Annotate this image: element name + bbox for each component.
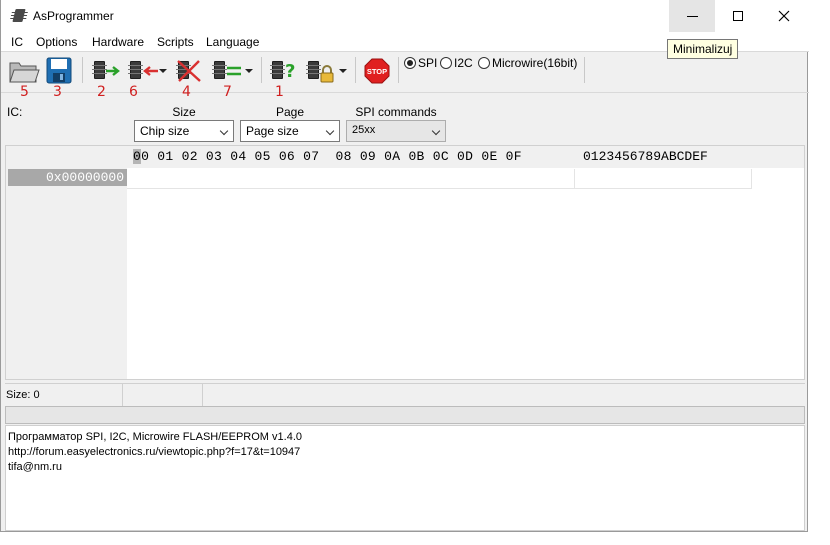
annotation-number: 5 (20, 84, 29, 100)
hex-column-header: 00 01 02 03 04 05 06 07 08 09 0A 0B 0C 0… (127, 146, 804, 168)
maximize-button[interactable] (715, 0, 761, 32)
erase-chip-button[interactable] (175, 57, 205, 85)
maximize-icon (733, 11, 743, 22)
chip-size-select[interactable]: Chip size (134, 120, 234, 142)
annotation-number: 2 (97, 84, 106, 100)
chip-icon (306, 61, 321, 79)
radio-spi-label: SPI (418, 56, 438, 70)
arrow-left-icon (143, 66, 158, 76)
verify-chip-button[interactable] (211, 57, 255, 85)
chevron-down-icon[interactable] (159, 69, 167, 73)
log-output: Программатор SPI, I2C, Microwire FLASH/E… (5, 425, 805, 531)
radio-microwire[interactable]: Microwire(16bit) (478, 56, 577, 70)
ic-label: IC: (7, 105, 23, 119)
chip-icon (128, 61, 143, 79)
annotation-number: 1 (275, 84, 284, 100)
hex-editor[interactable]: 00 01 02 03 04 05 06 07 08 09 0A 0B 0C 0… (5, 145, 805, 380)
arrow-right-icon (106, 66, 120, 76)
cross-icon (177, 60, 201, 82)
spi-commands-label: SPI commands (355, 105, 437, 119)
log-line: http://forum.easyelectronics.ru/viewtopi… (8, 446, 301, 458)
log-line: tifa@nm.ru (8, 461, 62, 473)
chevron-down-icon (431, 126, 441, 136)
write-chip-button[interactable] (127, 57, 169, 85)
equals-icon (227, 66, 241, 76)
annotation-number: 3 (53, 84, 62, 100)
title-bar: AsProgrammer (1, 0, 809, 32)
hex-data-row[interactable] (127, 169, 752, 189)
window-title: AsProgrammer (33, 9, 114, 23)
hex-columns: 00 01 02 03 04 05 06 07 08 09 0A 0B 0C 0… (133, 149, 522, 164)
menu-hardware[interactable]: Hardware (92, 35, 144, 49)
radio-spi[interactable]: SPI (404, 56, 437, 70)
floppy-icon (46, 57, 72, 84)
protection-button[interactable] (305, 57, 349, 85)
progress-bar (5, 406, 805, 424)
question-icon: ? (285, 61, 295, 80)
menu-ic[interactable]: IC (11, 35, 23, 49)
close-button[interactable] (761, 0, 807, 32)
menu-language[interactable]: Language (206, 35, 259, 49)
annotation-number: 6 (129, 84, 138, 100)
save-file-button[interactable] (45, 57, 73, 85)
menu-scripts[interactable]: Scripts (157, 35, 194, 49)
hex-ascii-header: 0123456789ABCDEF (583, 149, 708, 164)
menu-options[interactable]: Options (36, 35, 77, 49)
read-chip-button[interactable] (91, 57, 123, 85)
status-bar: Size: 0 (5, 383, 805, 406)
size-label: Size (172, 105, 196, 119)
read-id-button[interactable]: ? (269, 57, 299, 85)
radio-i2c[interactable]: I2C (440, 56, 473, 70)
app-window: AsProgrammer IC Options Hardware Scripts… (0, 0, 809, 532)
close-icon (778, 10, 790, 22)
log-line: Программатор SPI, I2C, Microwire FLASH/E… (8, 431, 302, 443)
open-file-button[interactable] (8, 57, 40, 85)
toolbar-separator (398, 57, 399, 83)
spi-commands-value: 25xx (352, 124, 376, 136)
minimize-button[interactable] (669, 0, 715, 32)
spi-commands-select[interactable]: 25xx (346, 120, 446, 142)
chevron-down-icon (219, 126, 229, 136)
toolbar-separator (82, 57, 83, 83)
lock-icon (320, 65, 334, 83)
chevron-down-icon[interactable] (245, 69, 253, 73)
radio-i2c-label: I2C (454, 56, 473, 70)
toolbar-separator (355, 57, 356, 83)
radio-microwire-label: Microwire(16bit) (492, 56, 578, 70)
minimize-icon (686, 15, 698, 17)
status-cell-empty (123, 384, 203, 406)
radio-checked-icon (404, 57, 416, 69)
stop-button[interactable]: STOP (363, 57, 391, 85)
page-size-select[interactable]: Page size (240, 120, 340, 142)
chevron-down-icon (325, 126, 335, 136)
toolbar-separator (261, 57, 262, 83)
hex-address: 0x00000000 (8, 169, 127, 186)
svg-text:?: ? (285, 61, 295, 80)
chip-size-value: Chip size (140, 124, 190, 138)
chip-icon (92, 61, 107, 79)
page-label: Page (275, 105, 305, 119)
toolbar-separator (584, 57, 585, 83)
tooltip: Minimalizuj (667, 39, 739, 59)
radio-unchecked-icon (478, 57, 490, 69)
radio-unchecked-icon (440, 57, 452, 69)
annotation-number: 7 (223, 84, 232, 100)
chip-icon (270, 61, 285, 79)
toolbar: ? STOP SPI I2C Microwire(16bit) 5 3 2 6 … (1, 53, 809, 100)
chip-app-icon (12, 9, 26, 22)
status-size: Size: 0 (5, 384, 123, 406)
chip-icon (212, 61, 227, 79)
chevron-down-icon[interactable] (339, 69, 347, 73)
svg-text:STOP: STOP (367, 67, 387, 76)
page-size-value: Page size (246, 124, 299, 138)
stop-sign-icon: STOP (364, 58, 390, 84)
annotation-number: 4 (182, 84, 191, 100)
folder-icon (9, 62, 40, 83)
